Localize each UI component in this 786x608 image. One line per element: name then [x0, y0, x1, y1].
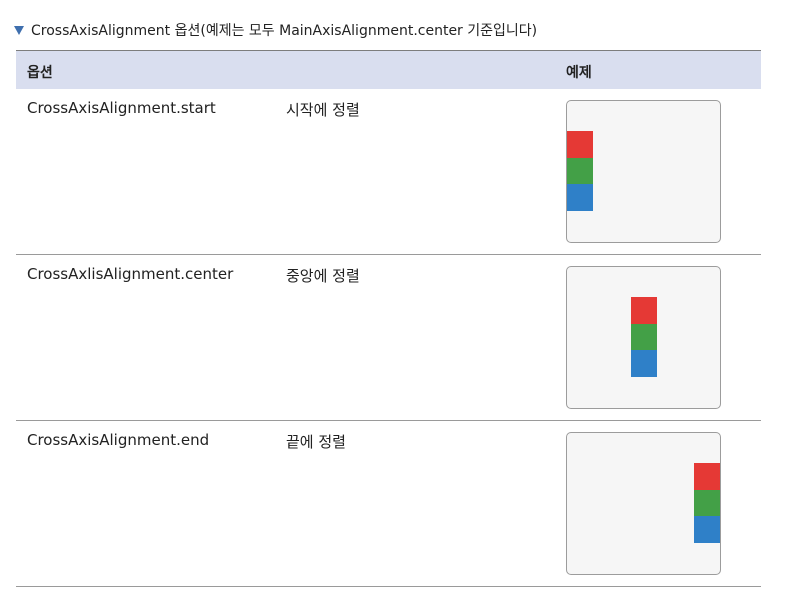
caption-text: CrossAxisAlignment 옵션(예제는 모두 MainAxisAli…	[31, 23, 538, 39]
block-stack	[631, 297, 657, 378]
figure-caption: CrossAxisAlignment 옵션(예제는 모두 MainAxisAli…	[14, 19, 537, 41]
red-block	[567, 131, 593, 158]
alignment-table: 옵션 예제 CrossAxisAlignment.start 시작에 정렬 Cr…	[16, 50, 761, 587]
green-block	[631, 323, 657, 351]
blue-block	[567, 184, 593, 212]
example-box	[566, 266, 721, 409]
block-stack	[694, 463, 720, 544]
header-option: 옵션	[27, 65, 53, 81]
example-box	[566, 432, 721, 575]
option-name: CrossAxlisAlignment.center	[27, 265, 234, 283]
red-block	[694, 463, 720, 490]
green-block	[567, 157, 593, 185]
header-example: 예제	[566, 65, 592, 81]
table-row: CrossAxlisAlignment.center 중앙에 정렬	[16, 255, 761, 421]
triangle-down-icon	[14, 26, 24, 35]
option-name: CrossAxisAlignment.start	[27, 99, 216, 117]
blue-block	[631, 350, 657, 378]
option-description: 시작에 정렬	[286, 101, 360, 119]
blue-block	[694, 516, 720, 544]
green-block	[694, 489, 720, 517]
block-stack	[567, 131, 593, 212]
option-description: 중앙에 정렬	[286, 267, 360, 285]
table-header: 옵션 예제	[16, 50, 761, 89]
option-name: CrossAxisAlignment.end	[27, 431, 210, 449]
table-row: CrossAxisAlignment.end 끝에 정렬	[16, 421, 761, 587]
red-block	[631, 297, 657, 324]
table-row: CrossAxisAlignment.start 시작에 정렬	[16, 89, 761, 255]
example-box	[566, 100, 721, 243]
option-description: 끝에 정렬	[286, 433, 346, 451]
